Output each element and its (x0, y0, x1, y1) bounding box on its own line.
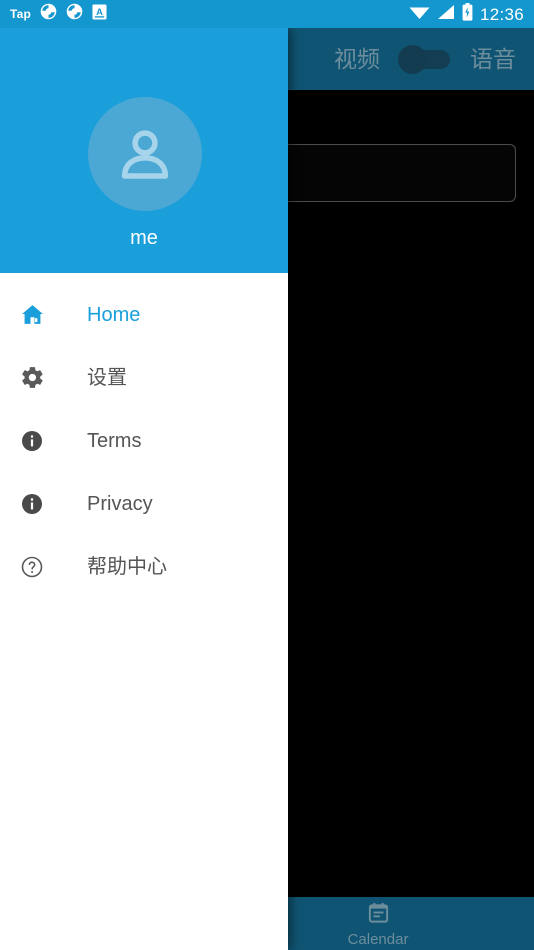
drawer-username-label: me (130, 227, 158, 249)
sync-icon (40, 3, 57, 25)
a-badge-icon: A (92, 4, 107, 25)
home-icon (17, 302, 47, 327)
drawer-item-help-center[interactable]: 帮助中心 (0, 535, 288, 598)
drawer-item-label-settings: 设置 (87, 366, 127, 389)
drawer-item-home[interactable]: Home (0, 283, 288, 346)
drawer-item-privacy[interactable]: Privacy (0, 472, 288, 535)
avatar[interactable] (88, 97, 202, 211)
navigation-drawer: me Home 设置 Terms Privacy 帮助中心 (0, 28, 288, 950)
drawer-item-label-privacy: Privacy (87, 492, 153, 515)
drawer-header: me (0, 28, 288, 273)
wifi-icon (409, 4, 430, 25)
drawer-item-settings[interactable]: 设置 (0, 346, 288, 409)
app-name-label: Tap (10, 7, 32, 21)
status-bar: Tap A 12:36 (0, 0, 534, 28)
info-icon (17, 429, 47, 453)
drawer-item-label-home: Home (87, 303, 141, 326)
clock-label: 12:36 (479, 4, 524, 24)
gear-icon (17, 365, 47, 390)
signal-icon (437, 4, 455, 25)
sync-icon (66, 3, 83, 25)
person-icon (121, 130, 169, 179)
drawer-item-label-help-center: 帮助中心 (87, 555, 167, 578)
help-icon (17, 555, 47, 579)
status-bar-right: 12:36 (409, 2, 524, 26)
svg-text:A: A (96, 6, 103, 16)
info-icon (17, 492, 47, 516)
battery-icon (462, 2, 473, 26)
drawer-item-label-terms: Terms (87, 429, 142, 452)
drawer-item-terms[interactable]: Terms (0, 409, 288, 472)
drawer-menu: Home 设置 Terms Privacy 帮助中心 (0, 273, 288, 598)
status-bar-left: Tap A (10, 3, 107, 25)
phone-screen: Tap A 12:36 视频 语音 Calendar me Home 设置 Te… (0, 0, 534, 950)
